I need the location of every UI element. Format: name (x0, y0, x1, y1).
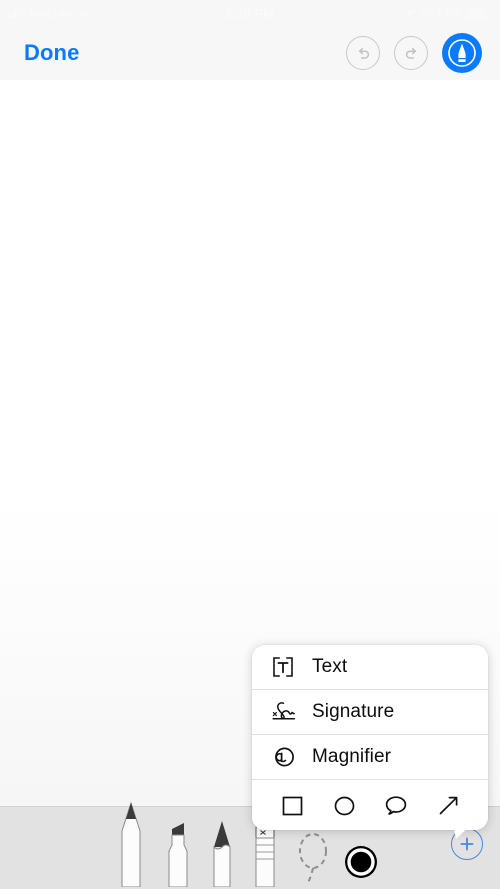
markup-pen-icon (445, 36, 479, 70)
redo-arrow-icon (402, 44, 421, 63)
highlighter-tool[interactable] (161, 815, 195, 889)
markup-toggle-button[interactable] (442, 33, 482, 73)
location-arrow-icon (404, 8, 415, 19)
battery-percent-label: 74% (435, 6, 461, 20)
undo-button[interactable] (346, 36, 380, 70)
signal-bars-icon (8, 8, 25, 18)
add-annotation-popup: Text Signature Magnifier (252, 645, 488, 830)
text-box-icon (270, 654, 304, 680)
menu-item-magnifier[interactable]: Magnifier (252, 735, 488, 780)
wifi-icon (76, 8, 91, 19)
battery-icon (465, 6, 494, 20)
magnifier-icon (270, 744, 304, 770)
menu-item-text[interactable]: Text (252, 645, 488, 690)
menu-item-signature[interactable]: Signature (252, 690, 488, 735)
status-bar-center: 2:10 PM (225, 6, 274, 21)
navigation-bar-actions (346, 33, 500, 73)
menu-item-text-label: Text (312, 656, 348, 677)
menu-item-magnifier-label: Magnifier (312, 746, 392, 767)
color-swatch[interactable] (341, 842, 381, 882)
square-shape-icon[interactable] (274, 787, 310, 823)
done-button[interactable]: Done (24, 40, 79, 66)
circle-shape-icon[interactable] (326, 787, 362, 823)
markup-screen: Verizon 2:10 PM 74% Done Text Signature … (0, 0, 500, 889)
status-bar-left: Verizon (0, 6, 225, 20)
navigation-bar: Done (0, 26, 500, 81)
status-bar: Verizon 2:10 PM 74% (0, 0, 500, 26)
speech-bubble-shape-icon[interactable] (378, 787, 414, 823)
pencil-tool[interactable] (205, 817, 239, 889)
pen-tool[interactable] (113, 801, 149, 889)
lasso-tool[interactable] (294, 825, 332, 889)
undo-arrow-icon (354, 44, 373, 63)
menu-item-signature-label: Signature (312, 701, 395, 722)
redo-button[interactable] (394, 36, 428, 70)
alarm-clock-icon (420, 8, 431, 19)
status-bar-time: 2:10 PM (224, 5, 275, 21)
status-bar-right: 74% (274, 6, 500, 20)
popup-pointer-tail (452, 818, 478, 840)
signature-icon (270, 699, 304, 725)
eraser-tool[interactable] (250, 823, 280, 889)
carrier-label: Verizon (28, 6, 72, 20)
